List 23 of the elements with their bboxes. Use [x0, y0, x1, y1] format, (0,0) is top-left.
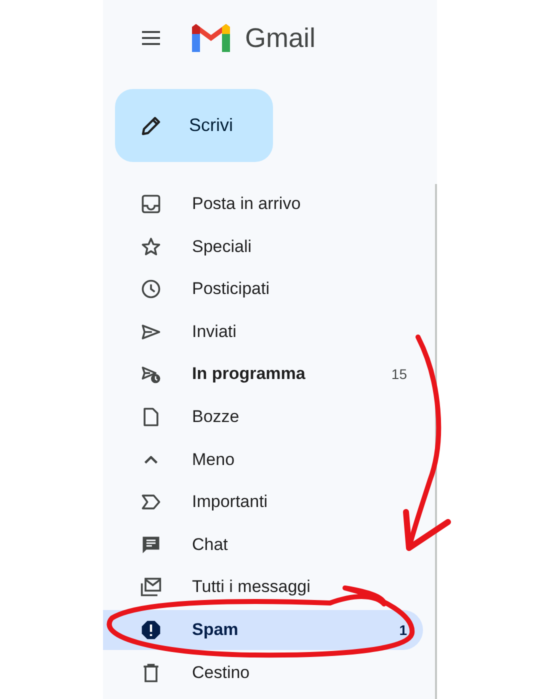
star-icon — [140, 236, 162, 258]
inbox-icon — [140, 193, 162, 215]
nav-item[interactable]: Posticipati — [103, 269, 423, 310]
nav-item[interactable]: Cestino — [103, 652, 423, 693]
mail-stack-icon — [140, 576, 162, 598]
nav-item[interactable]: Spam 1 — [103, 610, 423, 650]
clock-icon — [140, 278, 162, 300]
nav-item[interactable]: Speciali — [103, 226, 423, 267]
logo-icon — [189, 21, 233, 55]
app-title: Gmail — [245, 22, 316, 54]
nav-item[interactable]: Bozze — [103, 396, 423, 437]
nav-item[interactable]: Meno — [103, 440, 423, 480]
unread-count: 1 — [399, 622, 407, 638]
nav-item[interactable]: Posta in arrivo — [103, 184, 423, 224]
unread-count: 15 — [391, 366, 407, 382]
compose-button[interactable]: Scrivi — [115, 89, 273, 162]
nav-item[interactable]: Importanti — [103, 482, 423, 522]
nav-item[interactable]: Chat — [103, 524, 423, 565]
nav-item[interactable]: In programma 15 — [103, 354, 423, 394]
nav-item[interactable]: Tutti i messaggi — [103, 567, 423, 608]
alert-icon — [140, 618, 162, 641]
nav-item[interactable]: Inviati — [103, 312, 423, 352]
chevron-up-icon — [144, 456, 158, 464]
